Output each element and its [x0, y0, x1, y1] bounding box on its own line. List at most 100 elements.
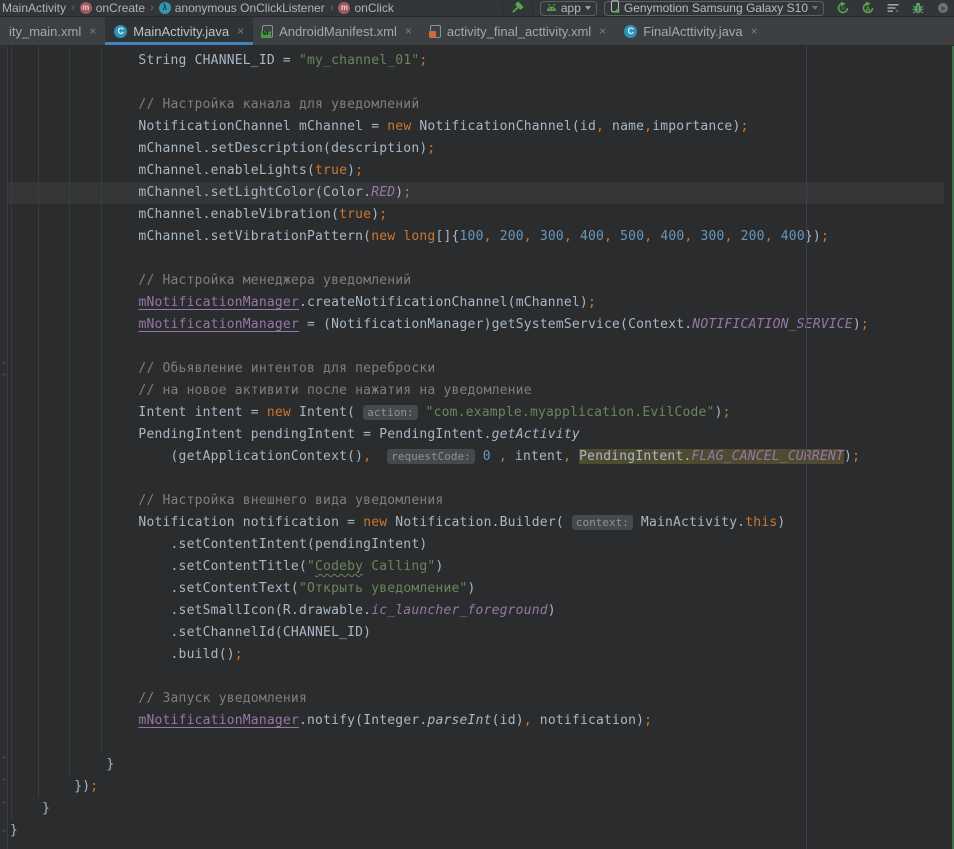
- code-segment: .setSmallIcon(R.drawable.: [10, 603, 371, 618]
- code-line[interactable]: }: [8, 820, 944, 842]
- device-select[interactable]: Genymotion Samsung Galaxy S10: [604, 1, 824, 16]
- tab-androidmanifest-xml[interactable]: MFAndroidManifest.xml×: [253, 17, 421, 45]
- apply-code-changes-icon[interactable]: A: [860, 1, 875, 16]
- code-segment: .notify(Integer.: [299, 713, 427, 728]
- code-segment: [612, 229, 620, 244]
- code-line[interactable]: mChannel.setLightColor(Color.RED);: [8, 182, 944, 204]
- code-line[interactable]: }: [8, 798, 944, 820]
- list-icon[interactable]: [885, 1, 900, 16]
- close-icon[interactable]: ×: [751, 25, 758, 37]
- fold-marker-icon[interactable]: ⌄: [0, 826, 8, 835]
- fold-marker-icon[interactable]: ⌄: [0, 358, 8, 367]
- code-segment: ;: [644, 713, 652, 728]
- code-segment: "com.example.myapplication.EvilCode": [426, 405, 715, 420]
- code-segment: // Настройка менеджера уведомлений: [10, 273, 411, 288]
- code-line[interactable]: Notification notification = new Notifica…: [8, 512, 944, 534]
- code-line[interactable]: mNotificationManager.createNotificationC…: [8, 292, 944, 314]
- fold-marker-icon[interactable]: ⌃: [0, 779, 8, 788]
- code-line[interactable]: Intent intent = new Intent( action: "com…: [8, 402, 944, 424]
- breadcrumb-label: onClick: [354, 1, 393, 15]
- code-line[interactable]: // Настройка канала для уведомлений: [8, 94, 944, 116]
- close-icon[interactable]: ×: [89, 25, 96, 37]
- tab-ity-main-xml[interactable]: ity_main.xml×: [0, 17, 105, 45]
- fold-marker-icon[interactable]: ⌃: [0, 757, 8, 766]
- build-hammer-icon[interactable]: [510, 1, 525, 16]
- code-segment: [491, 449, 499, 464]
- code-line[interactable]: String CHANNEL_ID = "my_channel_01";: [8, 50, 944, 72]
- code-segment: // Обьявление интентов для переброски: [10, 361, 435, 376]
- parameter-hint: context:: [572, 515, 633, 530]
- code-line[interactable]: .setContentText("Открыть уведомление"): [8, 578, 944, 600]
- code-line[interactable]: .setSmallIcon(R.drawable.ic_launcher_for…: [8, 600, 944, 622]
- code-segment: new: [267, 405, 291, 420]
- code-segment: Intent(: [291, 405, 363, 420]
- breadcrumb-item[interactable]: monClick: [338, 1, 393, 15]
- code-line[interactable]: // Настройка внешнего вида уведомления: [8, 490, 944, 512]
- code-line[interactable]: [8, 732, 944, 754]
- code-segment: mChannel.setVibrationPattern(: [10, 229, 371, 244]
- code-editor[interactable]: ⌄ ⌃ ⌃ ⌃ ⌃ ⌄ String CHANNEL_ID = "my_chan…: [0, 46, 954, 849]
- code-line[interactable]: mChannel.setDescription(description);: [8, 138, 944, 160]
- code-line[interactable]: [8, 666, 944, 688]
- debug-bug-icon[interactable]: [910, 1, 925, 16]
- code-segment: .build(): [10, 647, 235, 662]
- run-actions: A: [835, 1, 950, 16]
- chevron-down-icon: [585, 6, 591, 10]
- apply-changes-restart-icon[interactable]: [835, 1, 850, 16]
- code-line[interactable]: PendingIntent pendingIntent = PendingInt…: [8, 424, 944, 446]
- code-line[interactable]: [8, 248, 944, 270]
- code-line[interactable]: [8, 336, 944, 358]
- tab-mainactivity-java[interactable]: CMainActivity.java×: [105, 17, 253, 45]
- toolbar: app Genymotion Samsung Galaxy S10: [502, 0, 950, 17]
- code-segment: ): [715, 405, 723, 420]
- code-line[interactable]: // Запуск уведомления: [8, 688, 944, 710]
- code-segment: (getApplicationContext(): [10, 449, 363, 464]
- close-icon[interactable]: ×: [599, 25, 606, 37]
- code-line[interactable]: });: [8, 776, 944, 798]
- code-segment: notification): [532, 713, 644, 728]
- close-icon[interactable]: ×: [237, 25, 244, 37]
- run-config-select[interactable]: app: [540, 1, 597, 16]
- code-segment: 400: [781, 229, 805, 244]
- code-line[interactable]: [8, 468, 944, 490]
- java-class-icon: C: [624, 25, 637, 38]
- code-line[interactable]: .build();: [8, 644, 944, 666]
- code-area[interactable]: String CHANNEL_ID = "my_channel_01"; // …: [8, 50, 944, 842]
- code-line[interactable]: // Обьявление интентов для переброски: [8, 358, 944, 380]
- code-segment: (id): [492, 713, 524, 728]
- code-line[interactable]: }: [8, 754, 944, 776]
- code-line[interactable]: (getApplicationContext(), requestCode: 0…: [8, 446, 944, 468]
- code-line[interactable]: .setContentTitle("Codeby Calling"): [8, 556, 944, 578]
- code-line[interactable]: .setChannelId(CHANNEL_ID): [8, 622, 944, 644]
- code-line[interactable]: [8, 72, 944, 94]
- breadcrumb-item[interactable]: monCreate: [80, 1, 145, 15]
- code-line[interactable]: // на новое активити после нажатия на ув…: [8, 380, 944, 402]
- tab-activity-final-acttivity-xml[interactable]: activity_final_acttivity.xml×: [421, 17, 615, 45]
- close-icon[interactable]: ×: [405, 25, 412, 37]
- code-segment: ,: [725, 229, 733, 244]
- code-line[interactable]: mNotificationManager = (NotificationMana…: [8, 314, 944, 336]
- tab-finalacttivity-java[interactable]: CFinalActtivity.java×: [615, 17, 766, 45]
- code-line[interactable]: NotificationChannel mChannel = new Notif…: [8, 116, 944, 138]
- code-segment: NotificationChannel(id: [411, 119, 596, 134]
- profiler-icon[interactable]: [935, 1, 950, 16]
- code-segment: .setContentTitle(: [10, 559, 307, 574]
- code-segment: true: [315, 163, 347, 178]
- code-segment: true: [339, 207, 371, 222]
- code-line[interactable]: mChannel.enableLights(true);: [8, 160, 944, 182]
- breadcrumb-item[interactable]: λanonymous OnClickListener: [159, 1, 325, 15]
- code-segment: ): [347, 163, 355, 178]
- code-line[interactable]: .setContentIntent(pendingIntent): [8, 534, 944, 556]
- code-segment: ): [853, 317, 861, 332]
- toolbar-separator: [502, 2, 503, 15]
- code-segment: ,: [563, 449, 571, 464]
- code-line[interactable]: // Настройка менеджера уведомлений: [8, 270, 944, 292]
- code-line[interactable]: mChannel.setVibrationPattern(new long[]{…: [8, 226, 944, 248]
- code-segment: ;: [740, 119, 748, 134]
- code-line[interactable]: mChannel.enableVibration(true);: [8, 204, 944, 226]
- fold-marker-icon[interactable]: ⌃: [0, 802, 8, 811]
- code-segment: [418, 405, 426, 420]
- fold-marker-icon[interactable]: ⌃: [0, 374, 8, 383]
- breadcrumb-item[interactable]: MainActivity: [2, 1, 66, 15]
- code-line[interactable]: mNotificationManager.notify(Integer.pars…: [8, 710, 944, 732]
